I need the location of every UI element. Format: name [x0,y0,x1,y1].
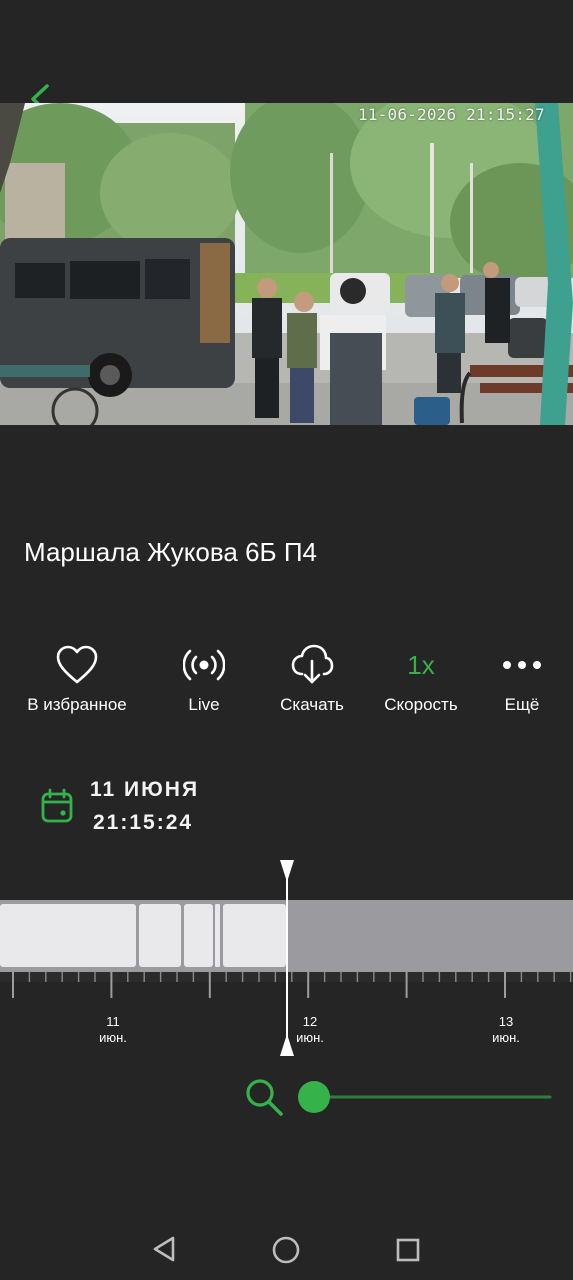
more-label: Ещё [504,695,540,714]
zoom-control[interactable] [244,1075,564,1119]
cloud-download-icon [291,644,334,684]
system-nav-bar [0,1215,573,1280]
zoom-slider[interactable] [296,1079,558,1115]
timeline-label-month: июн. [492,1030,520,1045]
timeline-record-segment [0,904,136,967]
live-label: Live [188,695,220,714]
nav-back-icon[interactable] [151,1235,179,1263]
date-picker-button[interactable]: 11 ИЮНЯ 21:15:24 [38,776,298,846]
timeline-label-month: июн. [296,1030,324,1045]
timeline-label-day: 13 [498,1014,514,1029]
timeline-label-day: 12 [302,1014,318,1029]
timeline-record-segment [139,904,181,967]
camera-title: Маршала Жукова 6Б П4 [24,537,317,567]
more-button[interactable]: Ещё [462,640,573,715]
speed-value: 1x [407,649,435,680]
heart-icon [56,645,98,684]
timeline-record-segment [223,904,286,967]
video-timestamp: 11-06-2026 21:15:27 [358,105,545,124]
search-icon [246,1079,283,1116]
zoom-slider-thumb [298,1081,330,1113]
live-button[interactable]: Live [144,640,264,715]
favorite-label: В избранное [27,695,127,714]
selected-time: 21:15:24 [93,811,194,834]
timeline-label-month: июн. [99,1030,127,1045]
calendar-icon [41,788,73,823]
timeline-label-day-1: 11 июн. [83,1014,143,1046]
download-label: Скачать [280,695,344,714]
playhead-top-marker [280,860,294,882]
broadcast-icon [183,649,225,681]
camera-video-player[interactable]: 11-06-2026 21:15:27 [0,103,573,425]
nav-recents-icon[interactable] [395,1237,421,1263]
timeline-record-segment [215,904,220,967]
timeline-label-day-3: 13 июн. [476,1014,536,1046]
camera-frame-image [0,103,573,425]
selected-date: 11 ИЮНЯ [90,778,200,801]
timeline-record-segment [184,904,213,967]
timeline-label-day-2: 12 июн. [280,1014,340,1046]
timeline-label-day: 11 [106,1014,120,1029]
nav-home-icon[interactable] [271,1235,301,1265]
download-button[interactable]: Скачать [252,640,372,715]
more-dots-icon [503,661,541,669]
archive-timeline[interactable]: 11 июн. 12 июн. 13 июн. [0,858,573,1058]
favorite-button[interactable]: В избранное [17,640,137,715]
